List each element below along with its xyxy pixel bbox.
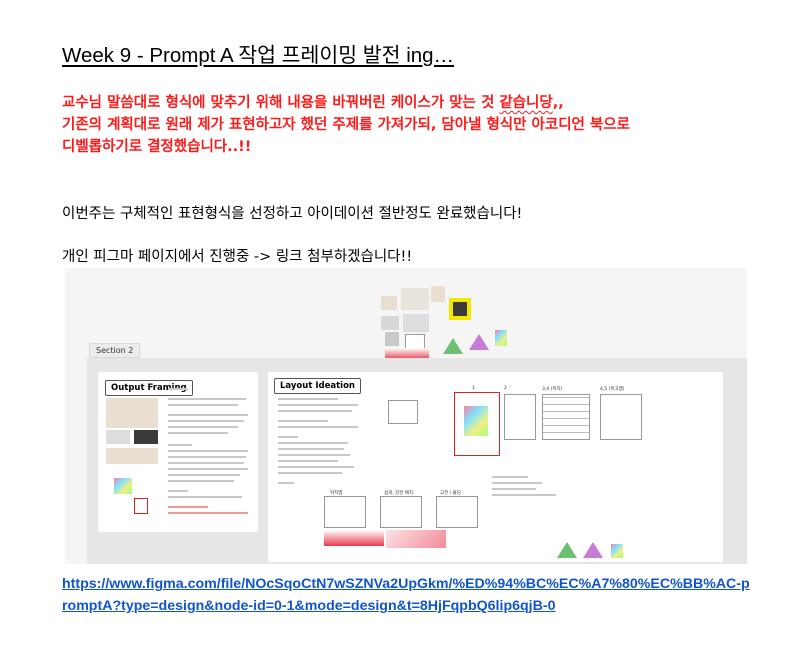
floating-thumb: [381, 296, 397, 310]
floating-thumb: [403, 314, 429, 332]
floating-thumb: [401, 288, 429, 310]
board-thumb: [388, 400, 418, 424]
board-layout-ideation[interactable]: Layout Ideation 1 2 3,4 (뒤지) 4,5 (뒤고맵) 뒤…: [268, 372, 723, 562]
board-thumb: [114, 478, 132, 494]
red-note-line-1: 교수님 말씀대로 형식에 맞추기 위해 내용을 바꿔버린 케이스가 맞는 것 같…: [62, 95, 564, 111]
floating-thumb: [469, 334, 489, 350]
board-thumb: [380, 496, 422, 528]
figma-link[interactable]: https://www.figma.com/file/NOcSqoCtN7wSZ…: [62, 573, 752, 617]
spellcheck-word: 같습니당: [499, 95, 553, 111]
board-thumb: [134, 430, 158, 444]
document-title: Week 9 - Prompt A 작업 프레이밍 발전 ing…: [62, 44, 455, 67]
board-thumb: [542, 394, 590, 440]
red-note-line-3: 디벨롭하기로 결정했습니다..!!: [62, 139, 252, 155]
floating-thumb: [431, 286, 445, 302]
board-thumb: [600, 394, 642, 440]
board-thumb: [106, 398, 158, 428]
paragraph-figma-note: 개인 피그마 페이지에서 진행중 -> 링크 첨부하겠습니다!!: [62, 249, 413, 265]
floating-thumb: [453, 302, 467, 316]
floating-thumb: [583, 542, 603, 558]
board-thumb: [386, 530, 446, 548]
red-note-line-2: 기존의 계획대로 원래 제가 표현하고자 했던 주제를 가져가되, 담아낼 형식…: [62, 117, 630, 133]
section-label[interactable]: Section 2: [89, 343, 141, 358]
board-thumb: [504, 394, 536, 440]
board-output-framing[interactable]: Output Framing: [98, 372, 258, 532]
board-thumb: [324, 496, 366, 528]
board-thumb: [106, 430, 130, 444]
board-thumb: [134, 498, 148, 514]
paragraph-progress: 이번주는 구체적인 표현형식을 선정하고 아이데이션 절반정도 완료했습니다!: [62, 206, 523, 222]
board-title-layout-ideation: Layout Ideation: [274, 378, 361, 394]
floating-thumb: [381, 316, 399, 330]
board-thumb: [464, 406, 488, 436]
floating-thumb: [611, 544, 623, 558]
floating-thumb: [385, 332, 399, 346]
floating-thumb: [495, 330, 507, 346]
board-thumb: [106, 448, 158, 464]
floating-thumb: [557, 542, 577, 558]
floating-thumb: [443, 338, 463, 354]
board-thumb: [436, 496, 478, 528]
board-thumb: [324, 530, 384, 546]
red-note: 교수님 말씀대로 형식에 맞추기 위해 내용을 바꿔버린 케이스가 맞는 것 같…: [62, 92, 762, 158]
figma-screenshot: Section 2 Output Framing Layout Ideation: [65, 268, 747, 564]
